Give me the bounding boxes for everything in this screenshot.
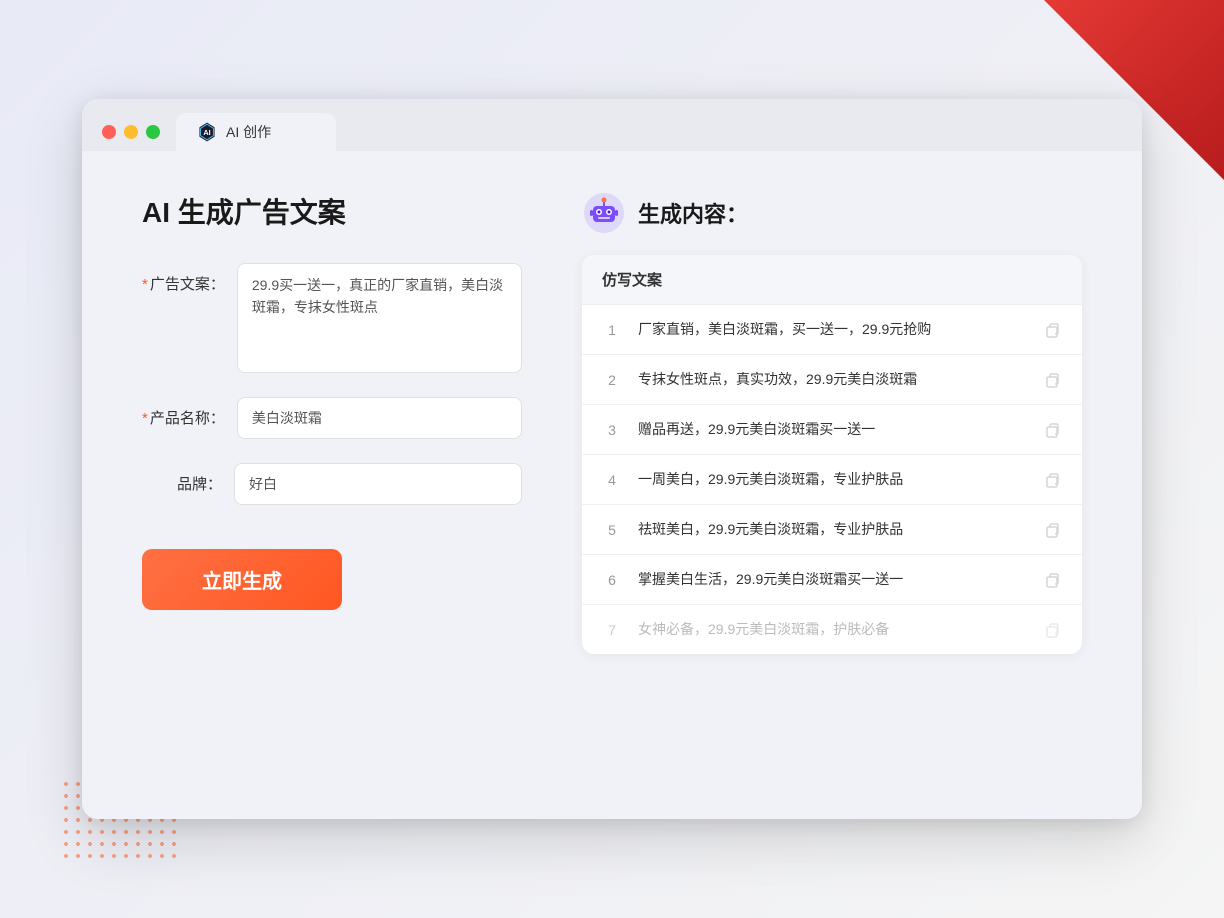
left-panel: AI 生成广告文案 *广告文案： *产品名称： 品牌： 立 — [142, 191, 522, 779]
table-header: 仿写文案 — [582, 255, 1082, 305]
copy-icon-6[interactable] — [1042, 570, 1062, 590]
row-text-1: 厂家直销，美白淡斑霜，买一送一，29.9元抢购 — [638, 319, 1026, 340]
traffic-light-yellow[interactable] — [124, 125, 138, 139]
ad-copy-input[interactable] — [237, 263, 522, 373]
required-star-ad: * — [142, 276, 148, 293]
row-num-1: 1 — [602, 322, 622, 338]
copy-icon-1[interactable] — [1042, 320, 1062, 340]
browser-window: AI AI 创作 AI 生成广告文案 *广告文案： *产品名称： — [82, 99, 1142, 819]
right-header: 生成内容： — [582, 191, 1082, 235]
ad-copy-row: *广告文案： — [142, 263, 522, 373]
right-panel: 生成内容： 仿写文案 1 厂家直销，美白淡斑霜，买一送一，29.9元抢购 2 — [582, 191, 1082, 779]
product-name-row: *产品名称： — [142, 397, 522, 439]
row-num-6: 6 — [602, 572, 622, 588]
copy-icon-3[interactable] — [1042, 420, 1062, 440]
table-row: 5 祛斑美白，29.9元美白淡斑霜，专业护肤品 — [582, 505, 1082, 555]
copy-icon-2[interactable] — [1042, 370, 1062, 390]
table-row: 4 一周美白，29.9元美白淡斑霜，专业护肤品 — [582, 455, 1082, 505]
row-text-7: 女神必备，29.9元美白淡斑霜，护肤必备 — [638, 619, 1026, 640]
traffic-light-green[interactable] — [146, 125, 160, 139]
row-text-3: 赠品再送，29.9元美白淡斑霜买一送一 — [638, 419, 1026, 440]
browser-tab[interactable]: AI AI 创作 — [176, 113, 336, 151]
result-table: 仿写文案 1 厂家直销，美白淡斑霜，买一送一，29.9元抢购 2 专抹女性斑点，… — [582, 255, 1082, 654]
table-row: 7 女神必备，29.9元美白淡斑霜，护肤必备 — [582, 605, 1082, 654]
row-num-4: 4 — [602, 472, 622, 488]
robot-icon — [582, 191, 626, 235]
row-text-4: 一周美白，29.9元美白淡斑霜，专业护肤品 — [638, 469, 1026, 490]
row-num-5: 5 — [602, 522, 622, 538]
row-text-6: 掌握美白生活，29.9元美白淡斑霜买一送一 — [638, 569, 1026, 590]
table-row: 2 专抹女性斑点，真实功效，29.9元美白淡斑霜 — [582, 355, 1082, 405]
svg-text:AI: AI — [203, 128, 210, 137]
product-name-label: *产品名称： — [142, 397, 225, 428]
browser-chrome: AI AI 创作 — [82, 99, 1142, 151]
tab-title: AI 创作 — [226, 122, 271, 142]
table-row: 1 厂家直销，美白淡斑霜，买一送一，29.9元抢购 — [582, 305, 1082, 355]
copy-icon-7[interactable] — [1042, 620, 1062, 640]
row-text-5: 祛斑美白，29.9元美白淡斑霜，专业护肤品 — [638, 519, 1026, 540]
row-num-2: 2 — [602, 372, 622, 388]
brand-label: 品牌： — [142, 463, 222, 494]
ad-copy-label: *广告文案： — [142, 263, 225, 294]
table-row: 3 赠品再送，29.9元美白淡斑霜买一送一 — [582, 405, 1082, 455]
traffic-lights — [102, 125, 160, 139]
row-num-3: 3 — [602, 422, 622, 438]
table-row: 6 掌握美白生活，29.9元美白淡斑霜买一送一 — [582, 555, 1082, 605]
brand-input[interactable] — [234, 463, 522, 505]
generate-button[interactable]: 立即生成 — [142, 549, 342, 610]
product-name-input[interactable] — [237, 397, 522, 439]
required-star-product: * — [142, 410, 148, 427]
traffic-light-red[interactable] — [102, 125, 116, 139]
copy-icon-5[interactable] — [1042, 520, 1062, 540]
copy-icon-4[interactable] — [1042, 470, 1062, 490]
right-title: 生成内容： — [638, 197, 748, 229]
ai-tab-icon: AI — [196, 121, 218, 143]
brand-row: 品牌： — [142, 463, 522, 505]
row-num-7: 7 — [602, 622, 622, 638]
page-title: AI 生成广告文案 — [142, 191, 522, 231]
row-text-2: 专抹女性斑点，真实功效，29.9元美白淡斑霜 — [638, 369, 1026, 390]
browser-content: AI 生成广告文案 *广告文案： *产品名称： 品牌： 立 — [82, 151, 1142, 819]
